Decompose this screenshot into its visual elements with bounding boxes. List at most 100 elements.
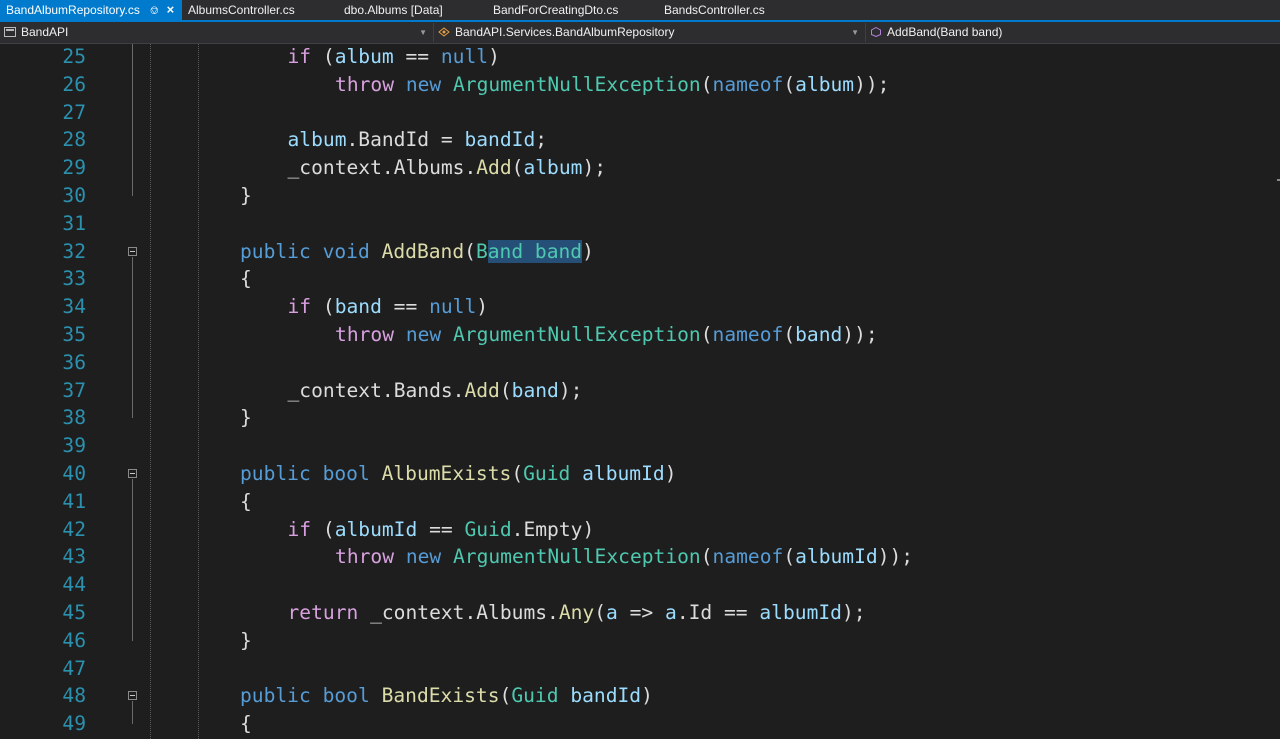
code-token: ) [488, 45, 500, 68]
code-token: ( [464, 239, 476, 263]
code-text: public bool AlbumExists(Guid albumId) [240, 460, 676, 488]
code-token: a [606, 601, 618, 624]
code-line[interactable]: 37 _context.Bands.Add(band); [0, 377, 1280, 405]
code-token: bandId [464, 128, 536, 152]
collapse-region-icon[interactable] [128, 691, 137, 701]
code-line[interactable]: 49 { [0, 710, 1280, 738]
line-number: 25 [62, 45, 86, 68]
code-editor[interactable]: 25 if (album == null) 26 throw new Argument… [0, 43, 1280, 739]
code-token: _context [287, 156, 382, 180]
pin-icon[interactable]: ⎊ [150, 5, 159, 17]
tab-label: BandAlbumRepository.cs [6, 3, 140, 17]
code-token: albumId [759, 601, 842, 624]
code-token: albumId [795, 545, 878, 569]
code-token: ( [311, 295, 335, 319]
code-token: band [511, 378, 559, 402]
code-line[interactable]: 40 public bool AlbumExists(Guid albumId) [0, 460, 1280, 488]
code-token: == [393, 45, 441, 68]
code-token: ( [783, 323, 796, 346]
code-token: ( [700, 545, 713, 569]
code-line[interactable]: 36 [0, 349, 1280, 377]
project-label: BandAPI [21, 25, 69, 39]
tab-bandforcreatingdto[interactable]: BandForCreatingDto.cs [487, 0, 624, 20]
code-line[interactable]: 33 { [0, 265, 1280, 293]
code-token: == [712, 601, 760, 624]
code-line[interactable]: 31 [0, 210, 1280, 238]
code-line[interactable]: 47 [0, 655, 1280, 683]
code-text: } [240, 404, 252, 432]
code-token: a [665, 601, 677, 624]
code-text: throw new ArgumentNullException(nameof(a… [335, 71, 889, 99]
code-line[interactable]: 34 if (band == null) [0, 293, 1280, 321]
code-token: album [287, 128, 347, 152]
code-token: AddBand [381, 239, 465, 263]
code-token: _context. [358, 601, 477, 624]
code-token: )); [842, 323, 878, 346]
code-token: ) [641, 684, 653, 708]
code-token: ( [594, 601, 607, 624]
code-line[interactable]: 48 public bool BandExists(Guid bandId) [0, 682, 1280, 710]
code-token: == [381, 295, 430, 319]
line-number: 30 [62, 184, 86, 207]
code-token: new [405, 545, 442, 569]
project-dropdown[interactable]: BandAPI ▼ [0, 23, 434, 42]
code-line[interactable]: 29 _context.Albums.Add(album); [0, 154, 1280, 182]
code-line[interactable]: 25 if (album == null) [0, 43, 1280, 71]
code-line[interactable]: 39 [0, 432, 1280, 460]
code-token: ArgumentNullException [453, 72, 701, 96]
tab-bandalbumrepository[interactable]: BandAlbumRepository.cs ⎊ × [0, 0, 182, 20]
code-line[interactable]: 43 throw new ArgumentNullException(nameof… [0, 543, 1280, 571]
code-line[interactable]: 35 throw new ArgumentNullException(nameof… [0, 321, 1280, 349]
document-tab-bar: BandAlbumRepository.cs ⎊ × AlbumsControlle… [0, 0, 1280, 22]
collapse-region-icon[interactable] [128, 469, 137, 478]
code-token: { [240, 267, 252, 291]
code-token: Add [464, 378, 500, 402]
close-icon[interactable]: × [167, 2, 175, 17]
indent-guide [198, 44, 199, 739]
tab-bandscontroller[interactable]: BandsController.cs [658, 0, 771, 20]
code-line[interactable]: 42 if (albumId == Guid.Empty) [0, 516, 1280, 544]
code-token: Albums [393, 156, 465, 180]
collapse-region-icon[interactable] [128, 246, 137, 256]
code-line[interactable]: 45 return _context.Albums.Any(a => a.Id =… [0, 599, 1280, 627]
member-dropdown[interactable]: AddBand(Band band) [866, 23, 1280, 42]
code-token: bool [322, 462, 370, 485]
code-token: . [452, 378, 465, 402]
code-line[interactable]: 38} [0, 404, 1280, 432]
code-token: if [287, 517, 312, 541]
code-line[interactable]: 32 public void AddBand(Band band) [0, 238, 1280, 266]
line-number: 46 [62, 628, 86, 652]
code-token: . [464, 156, 477, 180]
code-line[interactable]: 30} [0, 182, 1280, 210]
line-number: 43 [62, 545, 86, 569]
tab-albumscontroller[interactable]: AlbumsController.cs [182, 0, 301, 20]
code-token: . [676, 601, 689, 624]
code-line[interactable]: 28 album.BandId = bandId; [0, 126, 1280, 154]
code-token: ArgumentNullException [453, 323, 701, 346]
code-text: } [240, 182, 252, 210]
line-number: 48 [62, 684, 86, 708]
code-line[interactable]: 27 [0, 99, 1280, 127]
navigation-bar: BandAPI ▼ BandAPI.Services.BandAlbumRepo… [0, 22, 1280, 44]
code-line[interactable]: 44 [0, 571, 1280, 599]
line-number: 47 [62, 656, 86, 680]
code-line[interactable]: 46} [0, 627, 1280, 655]
code-line[interactable]: 41 { [0, 488, 1280, 516]
class-dropdown[interactable]: BandAPI.Services.BandAlbumRepository ▼ [434, 23, 866, 42]
code-token: { [240, 712, 252, 736]
code-text: { [240, 488, 252, 516]
code-token: ( [499, 378, 512, 402]
code-token: . [346, 128, 359, 152]
code-token: ( [783, 72, 796, 96]
tab-dbo-albums-data[interactable]: dbo.Albums [Data] [338, 0, 449, 20]
code-text: throw new ArgumentNullException(nameof(b… [335, 321, 878, 349]
code-text: album.BandId = bandId; [288, 126, 548, 154]
code-line[interactable]: 26 throw new ArgumentNullException(nameof… [0, 71, 1280, 99]
code-token: if [287, 45, 312, 68]
code-token: AlbumExists [381, 462, 512, 485]
